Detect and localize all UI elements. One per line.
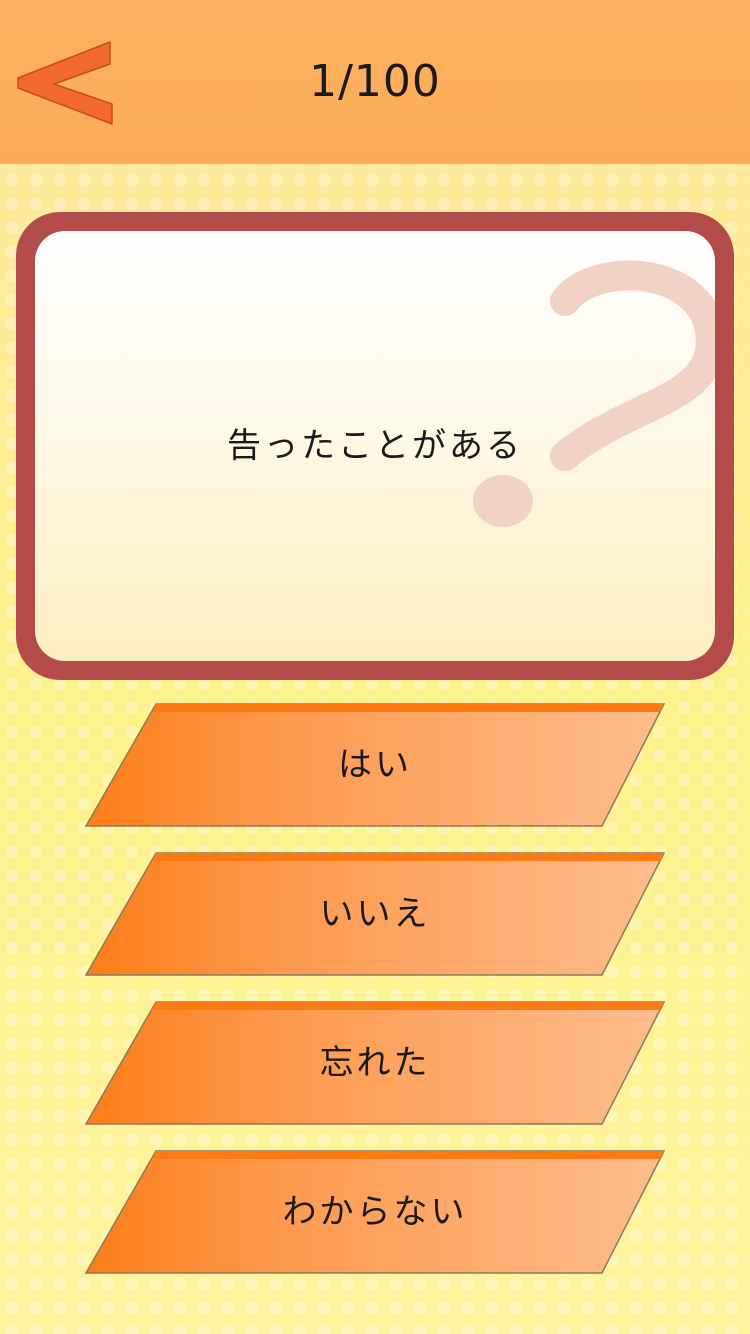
answer-label: 忘れた [319,1043,431,1083]
question-card: 告ったことがある [16,212,734,680]
answer-button-yes[interactable]: はい [84,702,666,828]
question-text: 告ったことがある [227,426,523,466]
answer-label: はい [338,745,412,785]
question-card-body: 告ったことがある [35,231,715,661]
chevron-left-icon [17,41,113,125]
answer-button-no[interactable]: いいえ [84,851,666,977]
question-counter: 1/100 [309,56,441,107]
answer-label: いいえ [319,894,431,934]
question-mark-icon [465,251,715,541]
answer-button-dont-know[interactable]: わからない [84,1149,666,1275]
back-button[interactable] [16,40,118,126]
answer-button-forgot[interactable]: 忘れた [84,1000,666,1126]
header-bar: 1/100 [0,0,750,164]
answer-label: わからない [282,1192,468,1232]
